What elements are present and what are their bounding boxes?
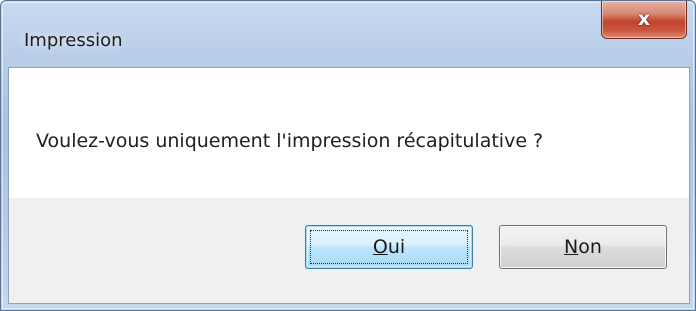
close-button[interactable]: x [601, 1, 687, 39]
yes-label-rest: ui [387, 236, 406, 258]
yes-accelerator: O [372, 236, 388, 258]
no-label-rest: on [578, 236, 602, 258]
no-button[interactable]: Non [499, 225, 667, 269]
dialog-body: Voulez-vous uniquement l'impression réca… [8, 67, 690, 304]
message-text: Voulez-vous uniquement l'impression réca… [36, 130, 544, 152]
yes-button[interactable]: Oui [305, 225, 473, 269]
dialog-window: Impression x Voulez-vous uniquement l'im… [0, 0, 696, 311]
yes-button-label: Oui [373, 236, 405, 258]
dialog-title: Impression [24, 30, 123, 51]
title-bar[interactable]: Impression x [1, 1, 695, 67]
no-button-label: Non [564, 236, 602, 258]
no-accelerator: N [564, 236, 579, 258]
close-icon: x [637, 8, 651, 30]
message-area: Voulez-vous uniquement l'impression réca… [9, 68, 689, 198]
